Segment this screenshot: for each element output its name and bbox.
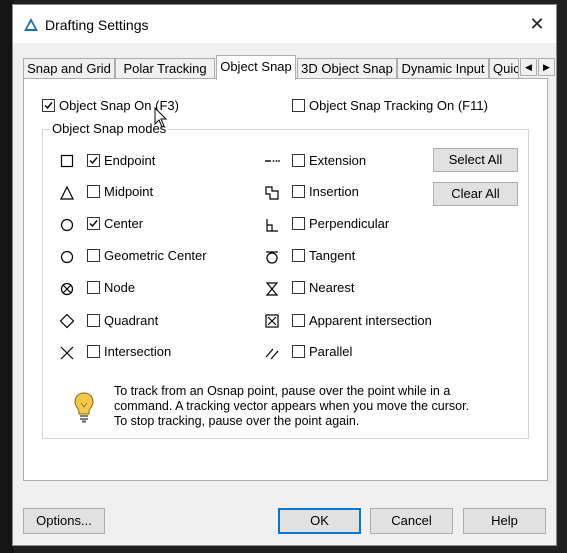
- tab-strip: Snap and Grid Polar Tracking Object Snap…: [23, 55, 555, 80]
- tab-3d-object-snap[interactable]: 3D Object Snap: [297, 58, 397, 79]
- midpoint-label: Midpoint: [104, 184, 154, 199]
- nearest-label: Nearest: [309, 280, 355, 295]
- tangent-label: Tangent: [309, 248, 356, 263]
- insertion-checkbox[interactable]: [292, 185, 305, 198]
- extension-checkbox[interactable]: [292, 154, 305, 167]
- object-snap-tracking-label: Object Snap Tracking On (F11): [309, 98, 488, 113]
- window-title: Drafting Settings: [45, 17, 149, 33]
- close-icon[interactable]: ✕: [524, 11, 550, 37]
- nearest-checkbox[interactable]: [292, 281, 305, 294]
- parallel-label: Parallel: [309, 344, 353, 359]
- check-icon: [44, 102, 53, 110]
- node-label: Node: [104, 280, 136, 295]
- extension-label: Extension: [309, 153, 367, 168]
- hint-line-3: To stop tracking, pause over the point a…: [114, 414, 360, 428]
- apparent-intersection-checkbox[interactable]: [292, 314, 305, 327]
- tracking-hint-text: To track from an Osnap point, pause over…: [114, 384, 494, 429]
- insertion-label: Insertion: [309, 184, 359, 199]
- midpoint-checkbox[interactable]: [87, 185, 100, 198]
- center-label: Center: [104, 216, 144, 231]
- tab-polar-tracking[interactable]: Polar Tracking: [115, 58, 215, 79]
- nearest-marker-icon: [265, 282, 279, 296]
- autocad-app-icon: [24, 18, 38, 31]
- tab-quick-properties[interactable]: Quic: [489, 58, 519, 79]
- tab-scroll-right-icon[interactable]: ▶: [538, 58, 555, 76]
- endpoint-marker-icon: [60, 154, 74, 168]
- perpendicular-marker-icon: [266, 219, 278, 232]
- quadrant-marker-icon: [59, 313, 75, 329]
- tab-dynamic-input[interactable]: Dynamic Input: [397, 58, 489, 79]
- endpoint-checkbox[interactable]: [87, 154, 100, 167]
- tab-snap-and-grid[interactable]: Snap and Grid: [23, 58, 115, 79]
- object-snap-panel: Object Snap On (F3) Object Snap Tracking…: [23, 78, 548, 481]
- object-snap-tracking-checkbox[interactable]: [292, 99, 305, 112]
- quadrant-checkbox[interactable]: [87, 314, 100, 327]
- geometric-center-label: Geometric Center: [104, 248, 207, 263]
- intersection-label: Intersection: [104, 344, 172, 359]
- center-checkbox[interactable]: [87, 217, 100, 230]
- ok-button[interactable]: OK: [278, 508, 361, 534]
- quadrant-label: Quadrant: [104, 313, 159, 328]
- parallel-checkbox[interactable]: [292, 345, 305, 358]
- object-snap-modes-title: Object Snap modes: [50, 121, 169, 136]
- center-marker-icon: [60, 218, 74, 232]
- object-snap-on-checkbox[interactable]: [42, 99, 55, 112]
- tab-scroll-left-icon[interactable]: ◀: [520, 58, 537, 76]
- intersection-marker-icon: [60, 346, 74, 360]
- hint-line-1: To track from an Osnap point, pause over…: [114, 384, 451, 398]
- geometric-center-checkbox[interactable]: [87, 249, 100, 262]
- intersection-checkbox[interactable]: [87, 345, 100, 358]
- help-button[interactable]: Help: [463, 508, 546, 534]
- select-all-button[interactable]: Select All: [433, 148, 518, 172]
- drafting-settings-dialog: Drafting Settings ✕ Snap and Grid Polar …: [12, 4, 557, 546]
- parallel-marker-icon: [265, 348, 279, 360]
- endpoint-label: Endpoint: [104, 153, 156, 168]
- midpoint-marker-icon: [60, 185, 74, 200]
- perpendicular-label: Perpendicular: [309, 216, 390, 231]
- apparent-intersection-marker-icon: [265, 314, 279, 328]
- clear-all-button[interactable]: Clear All: [433, 182, 518, 206]
- hint-line-2: command. A tracking vector appears when …: [114, 399, 470, 413]
- lightbulb-icon: [74, 392, 94, 423]
- tangent-checkbox[interactable]: [292, 249, 305, 262]
- extension-marker-icon: [265, 160, 280, 162]
- perpendicular-checkbox[interactable]: [292, 217, 305, 230]
- tab-object-snap[interactable]: Object Snap: [216, 55, 296, 80]
- tangent-marker-icon: [266, 251, 278, 264]
- insertion-marker-icon: [265, 186, 279, 200]
- cancel-button[interactable]: Cancel: [370, 508, 453, 534]
- node-marker-icon: [60, 282, 74, 296]
- options-button[interactable]: Options...: [23, 508, 105, 534]
- title-bar[interactable]: Drafting Settings ✕: [13, 5, 556, 43]
- check-icon: [89, 157, 98, 165]
- geometric-center-marker-icon: [60, 250, 74, 264]
- apparent-intersection-label: Apparent intersection: [309, 313, 432, 328]
- node-checkbox[interactable]: [87, 281, 100, 294]
- mouse-cursor-icon: [154, 107, 168, 128]
- check-icon: [89, 220, 98, 228]
